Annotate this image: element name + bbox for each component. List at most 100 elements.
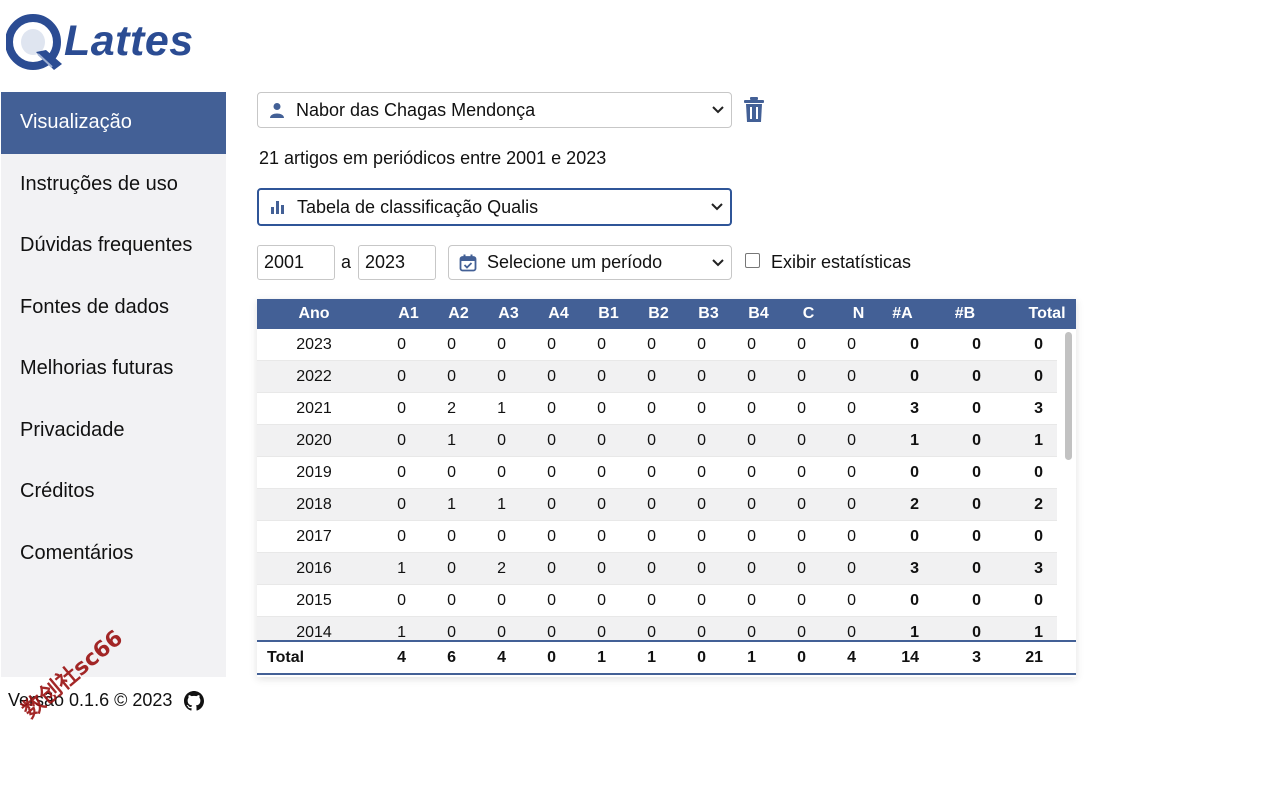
count-cell: 0 [747,400,756,417]
column-header[interactable]: C [771,299,821,329]
bar-chart-icon [269,198,287,216]
total-cell: 1 [597,649,606,666]
table-row: 2014 1 0 0 0 0 0 0 0 0 0 1 0 1 [257,617,1076,640]
column-header[interactable]: B4 [721,299,771,329]
sidebar-item-visualizacao[interactable]: Visualização [1,92,226,154]
count-cell: 0 [747,624,756,640]
total-cell: 1 [747,649,756,666]
table-row: 2020 0 1 0 0 0 0 0 0 0 0 1 0 1 [257,425,1076,457]
count-cell: 0 [972,624,981,640]
count-cell: 0 [597,560,606,577]
count-cell: 0 [497,432,506,449]
year-from-input[interactable] [257,245,335,280]
column-header[interactable]: A1 [371,299,421,329]
totals-label: Total [267,649,305,666]
count-cell: 0 [797,496,806,513]
count-cell: 2 [910,496,919,513]
chevron-down-icon [712,106,724,114]
sidebar-item-melhorias[interactable]: Melhorias futuras [1,338,226,400]
total-cell: 3 [972,649,981,666]
count-cell: 0 [847,464,856,481]
count-cell: 0 [647,624,656,640]
count-cell: 0 [847,400,856,417]
view-select[interactable]: Tabela de classificação Qualis [257,188,732,226]
count-cell: 0 [697,560,706,577]
sidebar-item-privacidade[interactable]: Privacidade [1,400,226,462]
table-scrollbar[interactable] [1057,329,1076,640]
count-cell: 0 [447,464,456,481]
count-cell: 0 [547,336,556,353]
researcher-select-value: Nabor das Chagas Mendonça [296,99,536,120]
column-header[interactable]: N [821,299,871,329]
count-cell: 0 [397,528,406,545]
column-header[interactable]: B2 [621,299,671,329]
sidebar-item-creditos[interactable]: Créditos [1,461,226,523]
count-cell: 0 [547,592,556,609]
column-header[interactable]: A3 [471,299,521,329]
count-cell: 0 [397,368,406,385]
column-header[interactable]: Ano [257,299,371,329]
column-header[interactable]: B3 [671,299,721,329]
count-cell: 0 [647,400,656,417]
total-cell: 21 [1025,649,1043,666]
count-cell: 0 [697,592,706,609]
sidebar-item-fontes[interactable]: Fontes de dados [1,277,226,339]
count-cell: 0 [797,432,806,449]
count-cell: 0 [747,368,756,385]
year-cell: 2016 [296,560,332,577]
count-cell: 0 [910,592,919,609]
sidebar-item-comentarios[interactable]: Comentários [1,523,226,585]
column-header[interactable]: #B [934,299,996,329]
chevron-down-icon [712,259,724,267]
count-cell: 1 [910,624,919,640]
column-header[interactable]: #A [871,299,934,329]
table-body[interactable]: 2023 0 0 0 0 0 0 0 0 0 0 0 0 0 2022 0 0 0 0 0 0 0 0 0 0 0 0 0 2021 0 2… [257,329,1076,640]
count-cell: 0 [747,592,756,609]
total-cell: 4 [397,649,406,666]
count-cell: 0 [447,592,456,609]
column-header[interactable]: A4 [521,299,571,329]
scrollbar-thumb[interactable] [1065,332,1072,460]
year-cell: 2022 [296,368,332,385]
count-cell: 0 [697,400,706,417]
year-cell: 2021 [296,400,332,417]
count-cell: 1 [397,624,406,640]
count-cell: 0 [447,336,456,353]
count-cell: 0 [447,528,456,545]
count-cell: 0 [397,464,406,481]
count-cell: 0 [597,624,606,640]
column-header[interactable]: A2 [421,299,471,329]
count-cell: 0 [972,432,981,449]
trash-icon[interactable] [743,97,765,123]
column-header[interactable]: Total [996,299,1073,329]
sidebar-item-instrucoes[interactable]: Instruções de uso [1,154,226,216]
count-cell: 0 [972,400,981,417]
chevron-down-icon [711,203,723,211]
count-cell: 0 [910,336,919,353]
period-preset-select[interactable]: Selecione um período [448,245,732,280]
table-totals-row: Total 4 6 4 0 1 1 0 1 0 4 14 3 21 [257,640,1076,675]
count-cell: 0 [847,592,856,609]
count-cell: 1 [497,400,506,417]
count-cell: 3 [910,400,919,417]
count-cell: 0 [397,400,406,417]
count-cell: 0 [797,560,806,577]
stats-checkbox[interactable] [745,253,760,268]
count-cell: 0 [847,496,856,513]
count-cell: 0 [547,560,556,577]
year-cell: 2017 [296,528,332,545]
count-cell: 0 [547,464,556,481]
count-cell: 0 [397,592,406,609]
count-cell: 0 [972,464,981,481]
github-icon[interactable] [184,690,205,711]
total-cell: 4 [847,649,856,666]
count-cell: 1 [910,432,919,449]
researcher-select[interactable]: Nabor das Chagas Mendonça [257,92,732,128]
total-cell: 14 [901,649,919,666]
count-cell: 0 [647,464,656,481]
count-cell: 0 [847,368,856,385]
view-select-value: Tabela de classificação Qualis [297,196,539,217]
column-header[interactable]: B1 [571,299,621,329]
year-to-input[interactable] [358,245,436,280]
sidebar-item-duvidas[interactable]: Dúvidas frequentes [1,215,226,277]
